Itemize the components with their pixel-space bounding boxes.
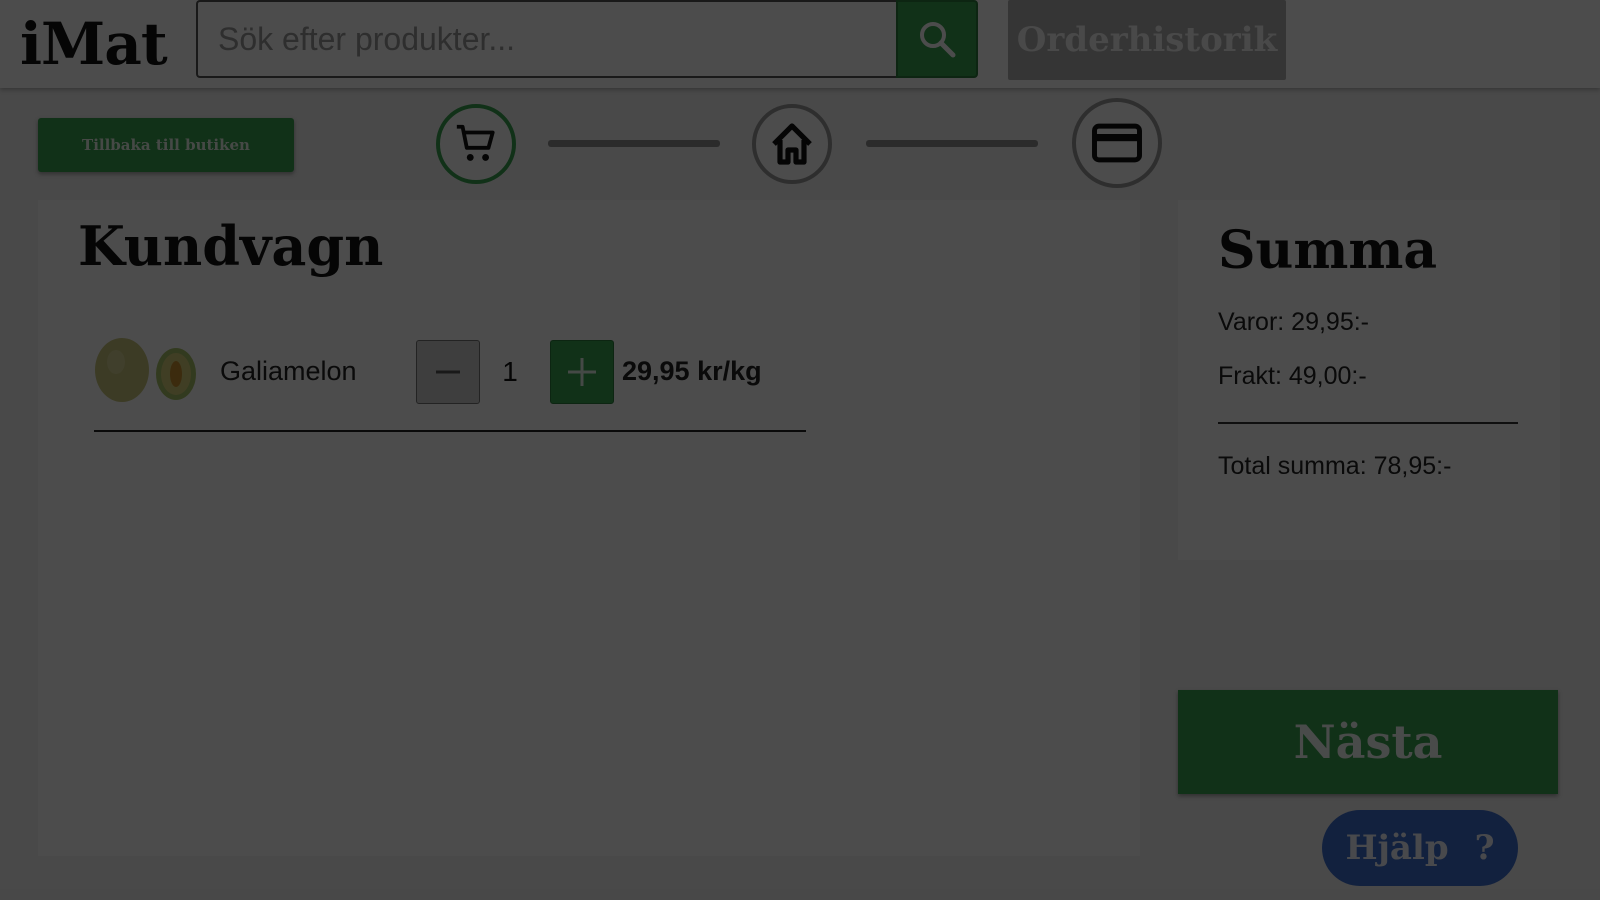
cart-icon (456, 124, 495, 161)
step-delivery[interactable] (752, 104, 832, 184)
next-button[interactable]: Nästa (1178, 690, 1558, 794)
step-connector (548, 140, 720, 147)
increase-quantity-button[interactable] (550, 340, 614, 404)
search-button[interactable] (896, 0, 978, 78)
home-icon (772, 123, 812, 165)
cart-title: Kundvagn (78, 214, 384, 278)
summary-goods: Varor: 29,95:- (1218, 308, 1370, 336)
search-input[interactable] (196, 0, 896, 78)
minus-icon (436, 370, 460, 374)
item-quantity: 1 (502, 356, 518, 387)
credit-card-icon (1092, 123, 1142, 163)
summary-total: Total summa: 78,95:- (1218, 452, 1452, 480)
header: iMat Orderhistorik (0, 0, 1600, 88)
summary-panel: Summa Varor: 29,95:- Frakt: 49,00:- Tota… (1178, 200, 1560, 560)
summary-divider (1218, 422, 1518, 424)
back-to-store-button[interactable]: Tillbaka till butiken (38, 118, 294, 172)
item-name: Galiamelon (220, 356, 357, 386)
help-question-icon: ? (1474, 828, 1495, 868)
cart-item-row: Galiamelon 1 29,95 kr/kg (94, 332, 806, 432)
decrease-quantity-button[interactable] (416, 340, 480, 404)
logo[interactable]: iMat (20, 8, 168, 80)
plus-icon (568, 358, 596, 386)
help-button[interactable]: Hjälp ? (1322, 810, 1518, 886)
order-history-button[interactable]: Orderhistorik (1008, 0, 1286, 80)
summary-title: Summa (1218, 220, 1438, 281)
step-payment[interactable] (1072, 98, 1162, 188)
search-icon (920, 22, 956, 58)
step-connector (866, 140, 1038, 147)
cart-panel: Kundvagn Galiamelon 1 29,95 kr/kg (38, 200, 1140, 856)
step-cart[interactable] (436, 104, 516, 184)
galia-melon-image (95, 338, 196, 402)
summary-shipping: Frakt: 49,00:- (1218, 362, 1367, 390)
help-label: Hjälp (1345, 828, 1449, 868)
item-price: 29,95 kr/kg (622, 356, 762, 386)
